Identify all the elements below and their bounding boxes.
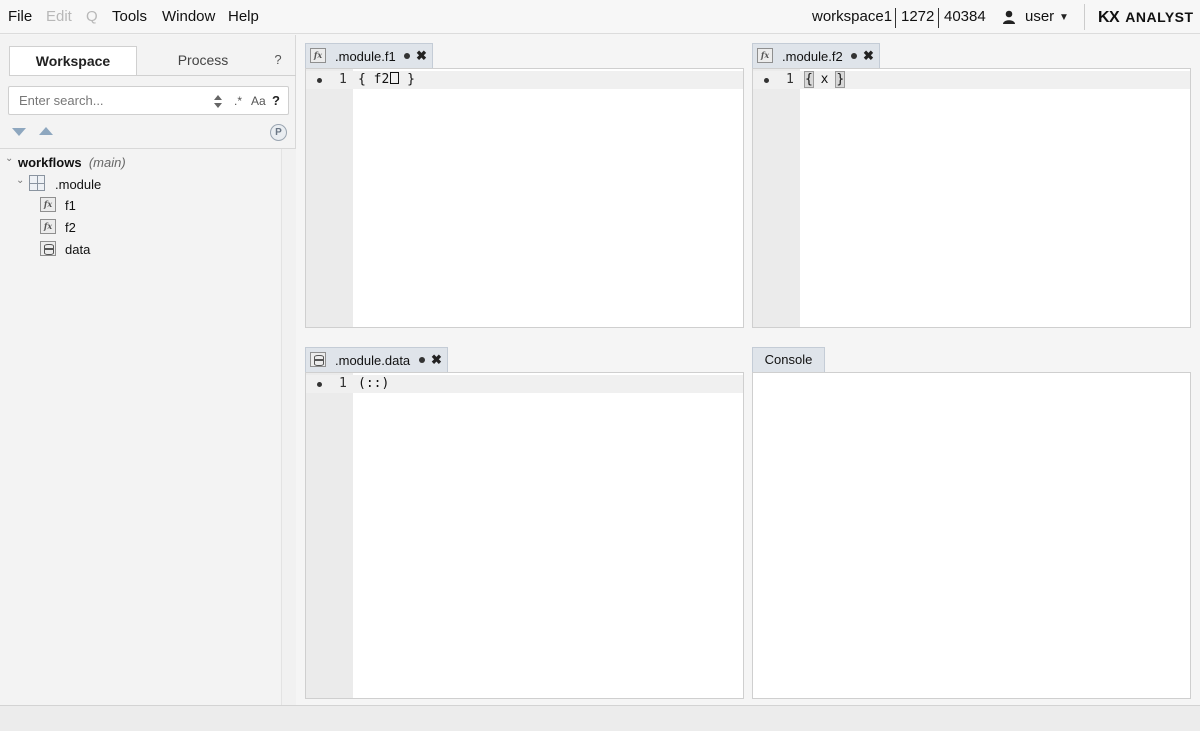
tree-root[interactable]: workflows (main) (18, 155, 126, 170)
line-number: 1 (339, 72, 347, 87)
code-line[interactable]: 1 (::) (306, 375, 743, 393)
matched-bracket: } (835, 71, 846, 88)
line-number: 1 (786, 72, 794, 87)
matched-bracket: { (804, 71, 814, 88)
process-id: 40384 (944, 8, 986, 25)
menu-help[interactable]: Help (228, 8, 259, 25)
panel-help-button[interactable]: ? (268, 46, 288, 76)
line-gutter (753, 69, 800, 327)
search-box: .* Aa ? (8, 86, 289, 115)
menu-tools[interactable]: Tools (112, 8, 147, 25)
close-icon[interactable]: ✖ (863, 48, 874, 64)
function-icon: fx (40, 219, 56, 234)
close-icon[interactable]: ✖ (416, 48, 427, 64)
tree-item-module[interactable]: .module (55, 177, 101, 192)
data-icon (310, 352, 326, 367)
data-icon (40, 241, 56, 256)
breakpoint-dot[interactable] (317, 382, 322, 387)
tree-controls: P (10, 124, 290, 143)
user-menu[interactable]: user (1025, 8, 1054, 25)
function-icon: fx (40, 197, 56, 212)
menu-file[interactable]: File (8, 8, 32, 25)
workspace-panel: Workspace Process ? .* Aa ? P ⌄ workflow… (0, 35, 296, 705)
status-divider (895, 8, 896, 28)
code-text[interactable]: (::) (358, 376, 389, 391)
status-bar (0, 705, 1200, 731)
editor-f1[interactable]: 1 { f2 } (305, 68, 744, 328)
menu-window[interactable]: Window (162, 8, 215, 25)
expand-all-icon[interactable] (12, 128, 26, 136)
console-output[interactable] (752, 372, 1191, 699)
unsaved-dot-icon (404, 53, 410, 59)
editor-tab-title: .module.f2 (782, 49, 843, 64)
code-line[interactable]: 1 { x } (753, 71, 1190, 89)
unsaved-dot-icon (851, 53, 857, 59)
tree-scrollbar[interactable] (281, 149, 296, 705)
editor-data[interactable]: 1 (::) (305, 372, 744, 699)
code-line[interactable]: 1 { f2 } (306, 71, 743, 89)
workspace-name: workspace1 (812, 8, 893, 25)
status-divider (938, 8, 939, 28)
module-icon (29, 175, 45, 191)
chevron-down-icon[interactable]: ▼ (1059, 12, 1069, 23)
tree-item-data[interactable]: data (65, 242, 90, 257)
tree-item-f2[interactable]: f2 (65, 220, 76, 235)
code-text[interactable]: { x } (804, 71, 846, 88)
close-icon[interactable]: ✖ (431, 352, 442, 368)
breakpoint-dot[interactable] (764, 78, 769, 83)
port-number: 1272 (901, 8, 935, 25)
menu-bar: File Edit Q Tools Window Help workspace1… (0, 0, 1200, 34)
tab-workspace[interactable]: Workspace (9, 46, 137, 76)
divider (0, 148, 296, 149)
menu-q[interactable]: Q (86, 8, 98, 25)
search-input[interactable] (19, 93, 199, 108)
user-icon[interactable] (1002, 10, 1016, 24)
editor-tab-f1[interactable]: fx .module.f1 ✖ (305, 43, 433, 69)
search-help-button[interactable]: ? (272, 93, 280, 108)
editor-tab-title: .module.f1 (335, 49, 396, 64)
tab-divider (9, 75, 296, 76)
regex-toggle[interactable]: .* (234, 94, 242, 108)
unsaved-dot-icon (419, 357, 425, 363)
collapse-all-icon[interactable] (39, 127, 53, 135)
branch-label: (main) (88, 155, 126, 170)
status-divider (1084, 4, 1085, 30)
function-icon: fx (310, 48, 326, 63)
chevron-down-icon[interactable]: ⌄ (5, 153, 13, 164)
tab-process[interactable]: Process (138, 46, 268, 76)
line-gutter (306, 373, 353, 698)
sort-icon[interactable] (214, 95, 222, 108)
line-gutter (306, 69, 353, 327)
breakpoint-dot[interactable] (317, 78, 322, 83)
code-text[interactable]: { f2 } (358, 72, 415, 87)
case-sensitive-toggle[interactable]: Aa (251, 94, 266, 108)
pin-badge[interactable]: P (270, 124, 287, 141)
chevron-down-icon[interactable]: ⌄ (16, 175, 24, 186)
menu-edit[interactable]: Edit (46, 8, 72, 25)
editor-tab-title: .module.data (335, 353, 411, 368)
tab-console[interactable]: Console (752, 347, 825, 372)
text-cursor (390, 72, 400, 84)
editor-tab-data[interactable]: .module.data ✖ (305, 347, 448, 373)
editor-f2[interactable]: 1 { x } (752, 68, 1191, 328)
editor-tab-f2[interactable]: fx .module.f2 ✖ (752, 43, 880, 69)
kx-analyst-logo: KX ANALYST (1098, 9, 1194, 26)
function-icon: fx (757, 48, 773, 63)
line-number: 1 (339, 376, 347, 391)
tree-item-f1[interactable]: f1 (65, 198, 76, 213)
